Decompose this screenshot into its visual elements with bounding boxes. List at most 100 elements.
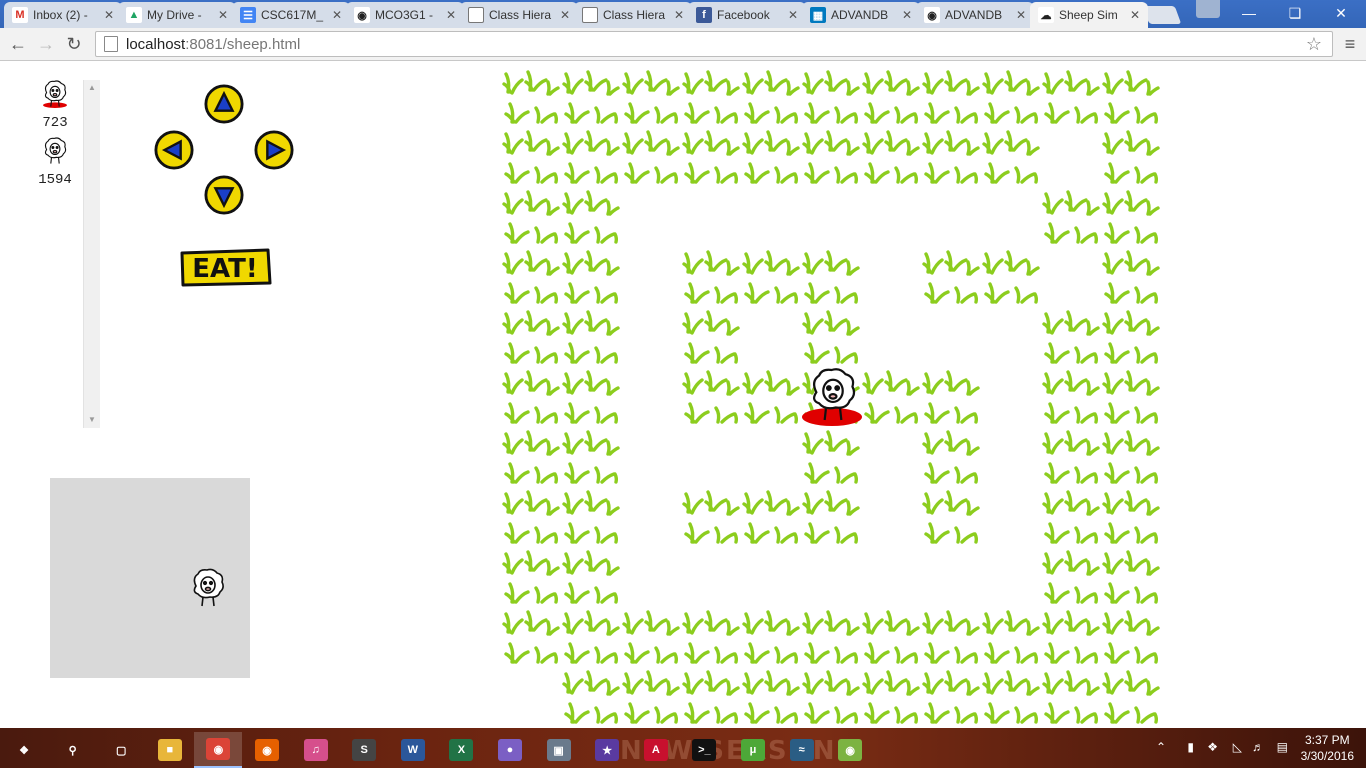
- wifi-icon[interactable]: ◺: [1233, 740, 1242, 754]
- browser-tab[interactable]: ▦ ADVANDB ✕: [802, 2, 920, 28]
- grass-tile: [1042, 430, 1100, 484]
- close-window-button[interactable]: ✕: [1318, 0, 1364, 26]
- address-host: localhost: [126, 35, 186, 53]
- grass-tile: [562, 550, 620, 604]
- grass-tile: [1042, 310, 1100, 364]
- player-entry[interactable]: 723: [30, 80, 80, 131]
- close-tab-icon[interactable]: ✕: [444, 8, 458, 22]
- restore-button[interactable]: ❏: [1272, 0, 1318, 26]
- close-tab-icon[interactable]: ✕: [558, 8, 572, 22]
- windows-icon[interactable]: ❖: [0, 732, 48, 768]
- new-tab-button[interactable]: [1142, 6, 1182, 24]
- grass-tile: [502, 370, 560, 424]
- player-score: 1594: [38, 172, 72, 188]
- profile-icon[interactable]: [1196, 0, 1220, 18]
- firefox-icon[interactable]: ◉: [243, 732, 291, 768]
- address-bar[interactable]: localhost:8081/sheep.html ☆: [95, 31, 1333, 57]
- close-tab-icon[interactable]: ✕: [672, 8, 686, 22]
- tray-chevron-icon[interactable]: ⌃: [1156, 740, 1166, 754]
- eat-button[interactable]: EAT!: [178, 247, 272, 287]
- sheep-avatar-icon: [42, 137, 68, 165]
- minimap: [50, 478, 250, 678]
- grass-tile: [1102, 490, 1160, 544]
- excel-icon[interactable]: X: [437, 732, 485, 768]
- tab-title: My Drive -: [147, 8, 202, 22]
- close-tab-icon[interactable]: ✕: [1128, 8, 1142, 22]
- grass-tile: [742, 130, 800, 184]
- address-path: :8081/sheep.html: [185, 35, 301, 53]
- scroll-up-icon[interactable]: ▲: [84, 80, 100, 96]
- grass-tile: [1042, 550, 1100, 604]
- game-icon[interactable]: ★: [583, 732, 631, 768]
- bookmark-star-icon[interactable]: ☆: [1306, 34, 1322, 55]
- dropbox-icon[interactable]: ❖: [1207, 740, 1218, 754]
- grass-tile: [742, 250, 800, 304]
- scroll-down-icon[interactable]: ▼: [84, 412, 100, 428]
- grass-tile: [682, 250, 740, 304]
- android-icon[interactable]: ◉: [826, 732, 874, 768]
- grass-tile: [502, 610, 560, 664]
- battery-icon[interactable]: ▮: [1187, 740, 1194, 754]
- browser-tab[interactable]: ◉ ADVANDB ✕: [916, 2, 1034, 28]
- grass-tile: [862, 130, 920, 184]
- close-tab-icon[interactable]: ✕: [900, 8, 914, 22]
- grass-tile: [1042, 610, 1100, 664]
- browser-tab[interactable]: f Facebook ✕: [688, 2, 806, 28]
- minimize-button[interactable]: —: [1226, 0, 1272, 26]
- move-down-button[interactable]: [203, 175, 245, 215]
- browser-tab[interactable]: ▲ My Drive - ✕: [118, 2, 236, 28]
- tab-title: Facebook: [717, 8, 770, 22]
- sheep-icon: ☁: [1038, 7, 1054, 23]
- close-tab-icon[interactable]: ✕: [1014, 8, 1028, 22]
- forward-button[interactable]: →: [34, 32, 58, 56]
- app-icon[interactable]: ●: [486, 732, 534, 768]
- grass-tile: [922, 430, 980, 484]
- grass-tile: [922, 250, 980, 304]
- browser-tab[interactable]: ☁ Sheep Sim ✕: [1030, 2, 1148, 28]
- word-icon[interactable]: W: [389, 732, 437, 768]
- grass-tile: [922, 70, 980, 124]
- close-tab-icon[interactable]: ✕: [216, 8, 230, 22]
- close-tab-icon[interactable]: ✕: [786, 8, 800, 22]
- browser-tab[interactable]: Class Hiera ✕: [460, 2, 578, 28]
- move-right-button[interactable]: [253, 130, 295, 170]
- sublime-icon[interactable]: S: [340, 732, 388, 768]
- grass-tile: [922, 670, 980, 724]
- terminal-icon[interactable]: >_: [680, 732, 728, 768]
- mysql-icon[interactable]: ≈: [778, 732, 826, 768]
- grass-tile: [682, 490, 740, 544]
- back-button[interactable]: ←: [6, 32, 30, 56]
- drive-icon: ▲: [126, 7, 142, 23]
- grass-tile: [562, 490, 620, 544]
- acrobat-icon[interactable]: A: [632, 732, 680, 768]
- chrome-icon[interactable]: ◉: [194, 732, 243, 768]
- utorrent-icon[interactable]: μ: [729, 732, 777, 768]
- grass-tile: [862, 610, 920, 664]
- notifications-icon[interactable]: ▤: [1277, 740, 1288, 754]
- tab-title: ADVANDB: [945, 8, 1003, 22]
- browser-tab[interactable]: ◉ MCO3G1 - ✕: [346, 2, 464, 28]
- reload-button[interactable]: ↻: [62, 32, 86, 56]
- player-list-scrollbar[interactable]: ▲ ▼: [83, 80, 100, 428]
- player-entry[interactable]: 1594: [30, 137, 80, 188]
- browser-tab[interactable]: ☰ CSC617M_ ✕: [232, 2, 350, 28]
- grass-tile: [562, 310, 620, 364]
- grass-tile: [982, 70, 1040, 124]
- move-left-button[interactable]: [153, 130, 195, 170]
- grass-tile: [922, 370, 980, 424]
- close-tab-icon[interactable]: ✕: [102, 8, 116, 22]
- browser-tab[interactable]: Class Hiera ✕: [574, 2, 692, 28]
- itunes-icon[interactable]: ♫: [292, 732, 340, 768]
- file-explorer-icon[interactable]: ■: [146, 732, 194, 768]
- browser-tab[interactable]: M Inbox (2) - ✕: [4, 2, 122, 28]
- close-tab-icon[interactable]: ✕: [330, 8, 344, 22]
- volume-icon[interactable]: ♬: [1252, 740, 1264, 754]
- task-view-icon[interactable]: ▢: [97, 732, 145, 768]
- clock[interactable]: 3:37 PM 3/30/2016: [1301, 732, 1354, 764]
- photos-icon[interactable]: ▣: [535, 732, 583, 768]
- grass-tile: [1042, 70, 1100, 124]
- move-up-button[interactable]: [203, 84, 245, 124]
- chrome-menu-icon[interactable]: ≡: [1340, 34, 1360, 55]
- search-icon[interactable]: ⚲: [49, 732, 97, 768]
- grass-tile: [682, 310, 740, 364]
